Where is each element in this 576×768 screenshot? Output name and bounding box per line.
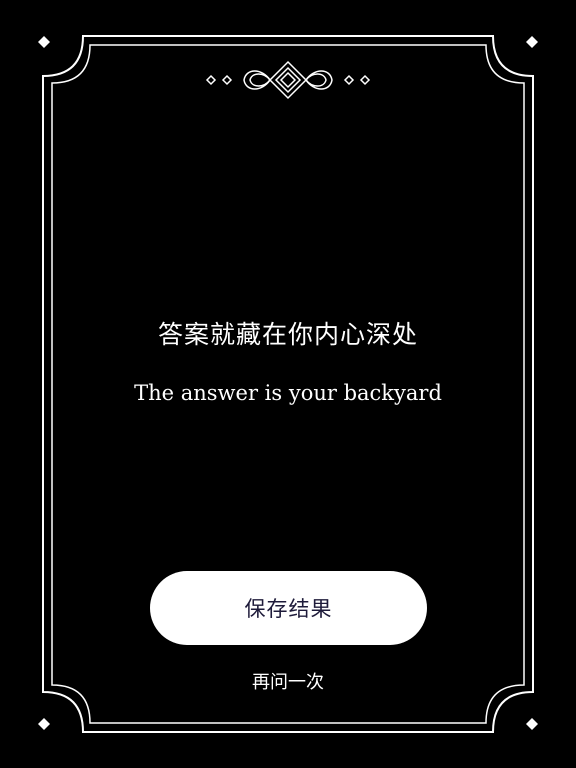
decorative-flourish-icon [205, 60, 371, 100]
answer-chinese-text: 答案就藏在你内心深处 [157, 320, 418, 349]
diamond-icon [526, 718, 538, 730]
diamond-icon [38, 36, 50, 48]
ask-again-link[interactable]: 再问一次 [188, 668, 388, 698]
diamond-icon [38, 718, 50, 730]
answer-english-text: The answer is your backyard [134, 381, 442, 405]
diamond-icon [526, 36, 538, 48]
save-result-button[interactable]: 保存结果 [150, 571, 427, 645]
